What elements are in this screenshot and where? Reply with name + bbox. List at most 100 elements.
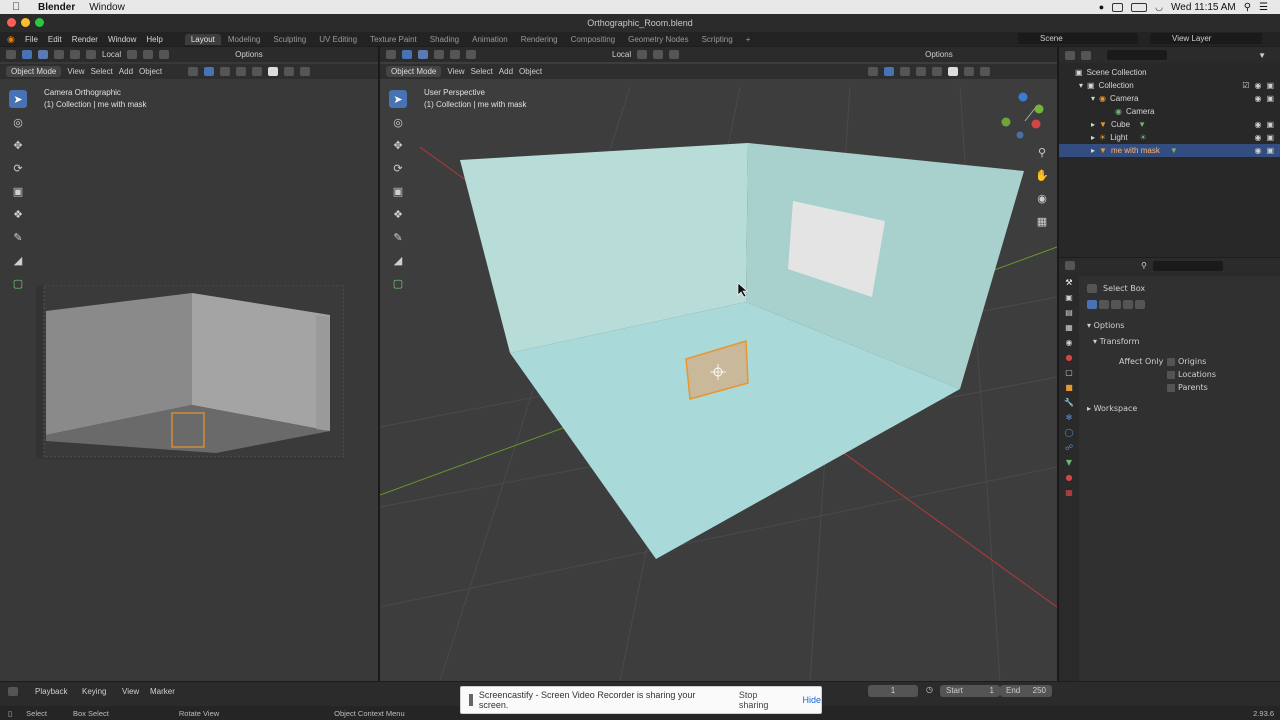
camera-render-icon[interactable]: ▣ bbox=[1266, 133, 1274, 142]
eye-icon[interactable]: ◉ bbox=[1254, 133, 1261, 142]
cursor-tool[interactable]: ◎ bbox=[9, 113, 27, 131]
outliner-display-mode-icon[interactable] bbox=[1081, 50, 1091, 60]
expand-chevron-icon[interactable]: ▾ bbox=[1079, 81, 1083, 90]
physics-tab-icon[interactable]: ◯ bbox=[1065, 428, 1074, 437]
blender-logo-icon[interactable]: ◉ bbox=[7, 34, 19, 44]
checkbox-icon[interactable]: ☑ bbox=[1242, 81, 1249, 90]
annotate-tool[interactable]: ✎ bbox=[9, 228, 27, 246]
search-icon[interactable]: ⚲ bbox=[1244, 2, 1251, 13]
main-add-cube-tool[interactable]: ▢ bbox=[389, 274, 407, 292]
camera-render-icon[interactable]: ▣ bbox=[1266, 81, 1274, 90]
xray-icon[interactable] bbox=[236, 67, 247, 76]
collection-tab-icon[interactable]: ▢ bbox=[1065, 368, 1073, 377]
outliner-row-cube[interactable]: ▸ ▼ Cube ▼ ◉ ▣ bbox=[1059, 118, 1280, 131]
main-gizmo-icon[interactable] bbox=[884, 67, 895, 76]
main-xray-icon[interactable] bbox=[916, 67, 927, 76]
outliner[interactable]: ▼ ▣ Scene Collection ▾ ▣ Collection ☑ ◉ ▣ … bbox=[1059, 47, 1280, 257]
pivot-icon[interactable] bbox=[127, 50, 138, 59]
menu-window[interactable]: Window bbox=[108, 35, 136, 44]
main-move-tool[interactable]: ✥ bbox=[389, 136, 407, 154]
main-mode-dropdown[interactable]: Object Mode bbox=[386, 66, 442, 77]
gizmo-icon[interactable] bbox=[204, 67, 215, 76]
scale-tool[interactable]: ▣ bbox=[9, 182, 27, 200]
view-layer-tab-icon[interactable]: ▦ bbox=[1065, 323, 1073, 332]
origins-checkbox[interactable]: Origins bbox=[1167, 357, 1216, 366]
eye-icon[interactable]: ◉ bbox=[1254, 120, 1261, 129]
outliner-search-input[interactable] bbox=[1107, 50, 1167, 60]
tab-shading[interactable]: Shading bbox=[424, 34, 465, 45]
output-tab-icon[interactable]: ▤ bbox=[1065, 308, 1073, 317]
checkbox-icon[interactable] bbox=[1167, 357, 1175, 366]
grid-projection-icon[interactable]: ▦ bbox=[1033, 212, 1051, 230]
eye-icon[interactable]: ◉ bbox=[1254, 146, 1261, 155]
transform-orientation-dropdown[interactable]: Local bbox=[102, 50, 121, 59]
menu-view[interactable]: View bbox=[122, 687, 139, 696]
main-menu-object[interactable]: Object bbox=[519, 67, 542, 76]
editor-type-icon[interactable] bbox=[6, 50, 16, 59]
menu-help[interactable]: Help bbox=[146, 35, 162, 44]
tab-sculpting[interactable]: Sculpting bbox=[267, 34, 312, 45]
main-scale-tool[interactable]: ▣ bbox=[389, 182, 407, 200]
current-frame-field[interactable]: 1 bbox=[868, 685, 918, 697]
left-menu-view[interactable]: View bbox=[67, 67, 84, 76]
outliner-row-me-with-mask[interactable]: ▸ ▼ me with mask ▼ ◉ ▣ bbox=[1059, 144, 1280, 157]
menu-render[interactable]: Render bbox=[72, 35, 98, 44]
drag-handle-icon[interactable] bbox=[469, 694, 473, 706]
mode-set-button[interactable] bbox=[1087, 300, 1097, 309]
microphone-icon[interactable]: ● bbox=[1099, 2, 1104, 12]
menu-keying[interactable]: Keying bbox=[82, 687, 106, 696]
menu-file[interactable]: File bbox=[25, 35, 38, 44]
material-tab-icon[interactable]: ● bbox=[1066, 473, 1073, 482]
data-tab-icon[interactable]: ▼ bbox=[1066, 458, 1072, 467]
proportional-edit-icon[interactable] bbox=[159, 50, 170, 59]
overlay-icon[interactable] bbox=[220, 67, 231, 76]
measure-tool[interactable]: ◢ bbox=[9, 251, 27, 269]
tab-geometry-nodes[interactable]: Geometry Nodes bbox=[622, 34, 694, 45]
tab-compositing[interactable]: Compositing bbox=[565, 34, 621, 45]
stop-sharing-button[interactable]: Stop sharing bbox=[739, 690, 789, 710]
left-menu-add[interactable]: Add bbox=[119, 67, 133, 76]
transform-subpanel-header[interactable]: ▾ Transform bbox=[1093, 337, 1139, 346]
select-subtract-icon[interactable] bbox=[70, 50, 80, 59]
select-new-icon[interactable] bbox=[38, 50, 48, 59]
select-mode-icon[interactable] bbox=[22, 50, 32, 59]
zoom-icon[interactable]: ⚲ bbox=[1033, 143, 1051, 161]
start-frame-field[interactable]: Start 1 bbox=[940, 685, 1000, 697]
main-transform-orientation-dropdown[interactable]: Local bbox=[612, 50, 631, 59]
main-cursor-tool[interactable]: ◎ bbox=[389, 113, 407, 131]
menu-edit[interactable]: Edit bbox=[48, 35, 62, 44]
wireframe-shading-icon[interactable] bbox=[252, 67, 263, 76]
camera-viewport[interactable]: Local Options Object Mode View Select Ad… bbox=[0, 47, 378, 681]
main-select-box-tool[interactable]: ➤ bbox=[389, 90, 407, 108]
locations-checkbox[interactable]: Locations bbox=[1167, 370, 1216, 379]
eye-icon[interactable]: ◉ bbox=[1254, 81, 1261, 90]
texture-tab-icon[interactable]: ▦ bbox=[1065, 488, 1073, 497]
main-annotate-tool[interactable]: ✎ bbox=[389, 228, 407, 246]
scene-tab-icon[interactable]: ◉ bbox=[1066, 338, 1073, 347]
expand-chevron-icon[interactable]: ▸ bbox=[1091, 133, 1095, 142]
expand-chevron-icon[interactable]: ▾ bbox=[1091, 94, 1095, 103]
screen-recorder-icon[interactable] bbox=[1112, 2, 1124, 12]
menu-playback[interactable]: Playback bbox=[35, 687, 67, 696]
app-name[interactable]: Blender bbox=[38, 2, 75, 13]
view-layer-selector[interactable]: View Layer bbox=[1150, 33, 1262, 44]
main-measure-tool[interactable]: ◢ bbox=[389, 251, 407, 269]
menu-marker[interactable]: Marker bbox=[150, 687, 175, 696]
constraints-tab-icon[interactable]: ☍ bbox=[1065, 443, 1073, 452]
main-solid-shading-icon[interactable] bbox=[948, 67, 959, 76]
main-transform-tool[interactable]: ❖ bbox=[389, 205, 407, 223]
navigation-gizmo[interactable] bbox=[1001, 92, 1044, 139]
outliner-editor-type-icon[interactable] bbox=[1065, 50, 1075, 60]
modifier-tab-icon[interactable]: 🔧 bbox=[1064, 398, 1074, 407]
tab-scripting[interactable]: Scripting bbox=[696, 34, 739, 45]
eye-icon[interactable]: ◉ bbox=[1254, 94, 1261, 103]
tab-rendering[interactable]: Rendering bbox=[515, 34, 564, 45]
tab-uv-editing[interactable]: UV Editing bbox=[313, 34, 363, 45]
move-tool[interactable]: ✥ bbox=[9, 136, 27, 154]
material-shading-icon[interactable] bbox=[284, 67, 295, 76]
gizmo-z-axis[interactable] bbox=[1018, 92, 1028, 102]
properties-editor-type-icon[interactable] bbox=[1065, 261, 1075, 270]
hide-button[interactable]: Hide bbox=[802, 695, 821, 705]
main-3d-viewport[interactable]: Local Options Object Mode View Select Ad… bbox=[380, 47, 1057, 681]
rotate-tool[interactable]: ⟳ bbox=[9, 159, 27, 177]
